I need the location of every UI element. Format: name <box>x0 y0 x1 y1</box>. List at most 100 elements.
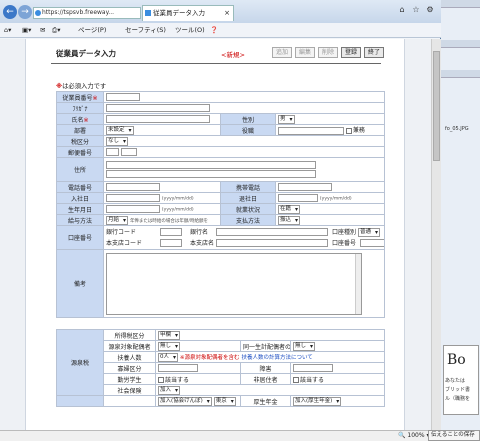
branch-name-label: 本支店名 <box>190 239 215 247</box>
menu-page[interactable]: ページ(P) <box>78 23 106 38</box>
health-insurance-select[interactable]: 加入(協会けんぽ) <box>158 396 212 406</box>
student-checkbox[interactable] <box>158 377 164 383</box>
ie-icon <box>35 10 41 16</box>
back-icon[interactable]: ← <box>3 5 17 19</box>
home-icon[interactable]: ⌂▾ <box>4 23 11 38</box>
disability-input[interactable] <box>293 364 333 372</box>
label-disabled-spouse: 同一生計配偶者の障害 <box>240 340 291 352</box>
concurrent-checkbox[interactable] <box>345 127 352 134</box>
bank-code-input[interactable] <box>160 227 182 236</box>
page-body: 従業員データ入力 <新規> 追加 編集 削除 登録 終了 ※は必須入力です 従業… <box>25 39 405 430</box>
required-note: ※は必須入力です <box>56 81 106 90</box>
postal-code-input-2[interactable] <box>120 148 137 156</box>
label-spouse: 源泉対象配偶者 <box>103 340 156 352</box>
position-input[interactable] <box>278 126 344 135</box>
label-birth-date: 生年月日 <box>56 203 104 215</box>
title-divider <box>51 63 381 64</box>
account-no-input[interactable] <box>360 238 384 247</box>
feed-icon[interactable]: ▣▾ <box>22 23 31 38</box>
account-type-select[interactable]: 普通 <box>358 227 381 237</box>
favorites-star-icon[interactable]: ☆ <box>410 4 422 16</box>
window-controls: ⌂ ☆ ⚙ <box>396 4 436 18</box>
label-department: 部署 <box>56 124 104 136</box>
edit-button[interactable]: 編集 <box>295 47 315 58</box>
menu-tools[interactable]: ツール(O) <box>175 23 205 38</box>
widow-input[interactable] <box>158 364 198 372</box>
label-widow: 寡婦区分 <box>103 362 156 374</box>
home-icon[interactable]: ⌂ <box>396 4 408 16</box>
hire-date-input[interactable] <box>106 194 160 202</box>
name-input[interactable] <box>106 115 210 123</box>
print-icon[interactable]: ⎙▾ <box>52 23 60 38</box>
employment-status-select[interactable]: 在籍 <box>278 204 301 214</box>
tab-title: 従業員データ入力 <box>153 9 205 17</box>
register-button[interactable]: 登録 <box>341 47 361 58</box>
gender-select[interactable]: 男 <box>278 114 295 124</box>
branch-code-input[interactable] <box>160 238 182 247</box>
retire-date-input[interactable] <box>278 194 318 202</box>
postal-code-input-1[interactable] <box>106 148 119 156</box>
delete-button[interactable]: 削除 <box>318 47 338 58</box>
status-bar: 🔍 100% ▾ <box>0 430 441 441</box>
label-employment-status: 就業状況 <box>220 203 276 215</box>
label-position: 役職 <box>220 124 276 136</box>
spouse-select[interactable]: 無し <box>158 341 181 351</box>
scrollbar-thumb[interactable] <box>433 51 440 161</box>
address-input-1[interactable] <box>106 161 316 169</box>
menu-safety[interactable]: セーフティ(S) <box>125 23 166 38</box>
pay-method-select[interactable]: 月給 <box>106 215 129 225</box>
address-input-2[interactable] <box>106 170 316 178</box>
required-note-text: は必須入力です <box>62 83 107 90</box>
pension-select[interactable]: 加入(厚生年金) <box>293 396 342 406</box>
ime-status[interactable]: 伝えることの保存 <box>428 430 480 441</box>
label-bank-account: 口座番号 <box>56 225 104 250</box>
close-tab-icon[interactable]: × <box>224 6 230 21</box>
bg-doc-glyph: Bo <box>447 352 466 368</box>
furigana-input[interactable] <box>106 104 210 112</box>
dependents-select[interactable]: 0人 <box>158 352 178 362</box>
account-no-label: 口座番号 <box>332 239 357 247</box>
add-button[interactable]: 追加 <box>272 47 292 58</box>
page-title: 従業員データ入力 <box>56 49 116 58</box>
help-icon[interactable]: ❓ <box>210 23 218 38</box>
label-dependents: 扶養人数 <box>103 351 156 363</box>
url-text: https://tspsvb.freeway... <box>42 9 115 16</box>
dependents-note: ※源泉対象配偶者を含む <box>179 354 240 361</box>
label-pay-method: 給与方法 <box>56 214 104 226</box>
payment-method-select[interactable]: 振込 <box>278 215 301 225</box>
bg-doc-text: ル（職務を <box>445 396 471 402</box>
tax-form: 源泉税 所得税区分 甲欄 源泉対象配偶者 無し 同一生計配偶者の障害 無し 扶養… <box>56 329 386 407</box>
address-bar[interactable]: https://tspsvb.freeway... <box>33 7 141 19</box>
settings-gear-icon[interactable]: ⚙ <box>424 4 436 16</box>
social-insurance-select[interactable]: 加入 <box>158 385 181 395</box>
vertical-scrollbar[interactable] <box>431 39 441 430</box>
mobile-input[interactable] <box>278 183 332 191</box>
background-window[interactable]: fo_05.JPG Bo あなたは ブリッド書 ル（職務を <box>440 0 480 441</box>
bank-name-input[interactable] <box>216 227 328 236</box>
department-select[interactable]: 未設定 <box>106 125 134 135</box>
tax-class-select[interactable]: なし <box>106 136 129 146</box>
tab-active[interactable]: 従業員データ入力 × <box>142 5 234 21</box>
bg-toolbar <box>441 40 480 48</box>
region-select[interactable]: 東京 <box>213 396 236 406</box>
remarks-textarea[interactable] <box>106 252 362 315</box>
label-pension: 厚生年金 <box>240 395 291 407</box>
forward-icon[interactable]: → <box>18 5 32 19</box>
command-bar: ⌂▾ ▣▾ ✉ ⎙▾ ページ(P) セーフティ(S) ツール(O) ❓ <box>0 23 441 38</box>
withholding-select[interactable]: 甲欄 <box>158 330 181 340</box>
dependents-help-link[interactable]: 扶養人数の計算方法について <box>241 355 312 361</box>
account-type-label: 口座種別 <box>332 228 357 236</box>
browser-window: ← → https://tspsvb.freeway... 従業員データ入力 ×… <box>0 0 441 441</box>
employee-no-input[interactable] <box>106 93 140 101</box>
nonresident-checkbox[interactable] <box>293 377 299 383</box>
student-check-label: 該当する <box>165 376 190 384</box>
mail-icon[interactable]: ✉ <box>40 23 45 38</box>
disabled-spouse-select[interactable]: 無し <box>293 341 316 351</box>
birth-date-input[interactable] <box>106 205 160 213</box>
textarea-scrollbar[interactable] <box>355 253 361 314</box>
zoom-level[interactable]: 🔍 100% ▾ <box>398 431 429 441</box>
phone-input[interactable] <box>106 183 160 191</box>
close-button[interactable]: 終了 <box>364 47 384 58</box>
branch-name-input[interactable] <box>216 238 328 247</box>
label-remarks: 備考 <box>56 249 104 318</box>
